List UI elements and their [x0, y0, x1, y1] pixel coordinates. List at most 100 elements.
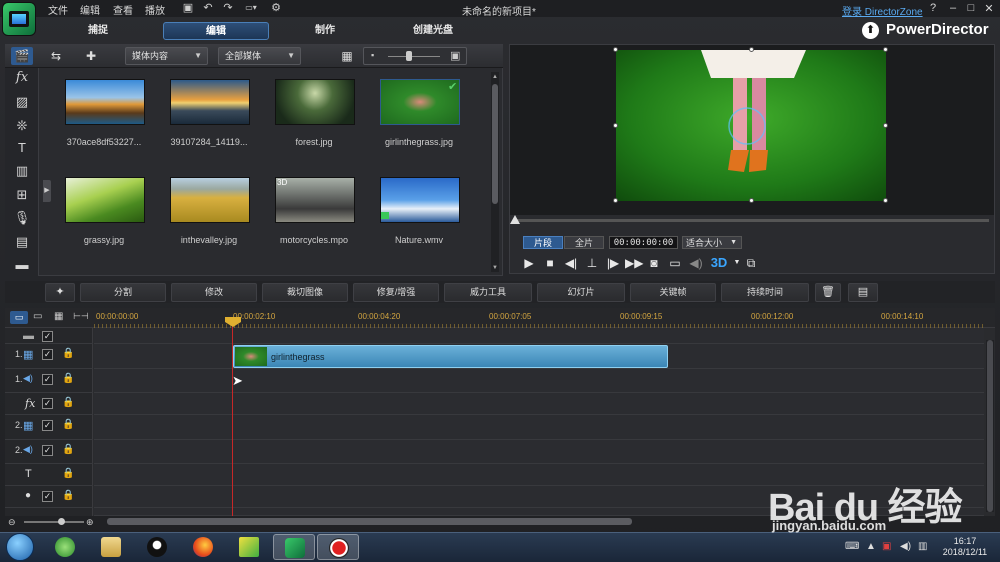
tab-edit[interactable]: 编辑 — [163, 22, 269, 40]
lock-icon[interactable]: 🔒 — [62, 397, 74, 408]
minimize-button[interactable]: – — [946, 2, 960, 14]
voice-over-room-icon[interactable]: 🎙 — [13, 210, 31, 226]
chapter-room-icon[interactable]: ▤ — [13, 234, 31, 250]
keyframe-button[interactable]: 关键帧 — [630, 283, 716, 302]
lock-icon[interactable]: 🔒 — [62, 490, 74, 501]
modify-button[interactable]: 修改 — [171, 283, 257, 302]
track-enable-checkbox[interactable]: ✓ — [42, 445, 53, 456]
media-thumb-5[interactable] — [65, 177, 145, 223]
import-media-icon[interactable]: ⇆ — [45, 47, 67, 65]
timeline-view-icon[interactable]: ▭ — [10, 311, 28, 324]
slideshow-button[interactable]: 幻灯片 — [537, 283, 625, 302]
fix-enhance-button[interactable]: 修复/增强 — [353, 283, 439, 302]
collapse-sidebar-icon[interactable]: ▶ — [43, 180, 51, 202]
menu-view[interactable]: 查看 — [113, 2, 133, 17]
scroll-down-icon[interactable]: ▼ — [492, 265, 498, 271]
thumbnail-size-slider[interactable]: ▪ ▣ — [363, 47, 467, 65]
storyboard-view-icon[interactable]: ▭ — [33, 311, 42, 322]
duration-button[interactable]: 持续时间 — [721, 283, 809, 302]
keyboard-icon[interactable]: ⌨ — [845, 541, 859, 552]
track-enable-checkbox[interactable]: ✓ — [42, 349, 53, 360]
preview-image[interactable] — [616, 50, 886, 201]
track-enable-checkbox[interactable]: ✓ — [42, 491, 53, 502]
resolution-icon[interactable]: ▭▾ — [240, 2, 262, 14]
lock-icon[interactable]: 🔒 — [62, 419, 74, 430]
split-icon[interactable]: ⊥ — [584, 255, 600, 271]
help-button[interactable]: ? — [926, 2, 940, 14]
3d-mode-icon[interactable]: 3D — [709, 255, 729, 271]
resize-handle-l[interactable] — [613, 123, 618, 128]
media-type-dropdown[interactable]: 全部媒体 ▼ — [218, 47, 301, 65]
taskbar-app-powerdirector[interactable] — [273, 534, 315, 560]
settings-icon[interactable]: ⚙ — [270, 2, 282, 14]
media-thumb-1[interactable] — [65, 79, 145, 125]
preview-quality-icon[interactable]: ▭ — [667, 255, 683, 271]
media-thumb-3[interactable] — [275, 79, 355, 125]
taskbar-app-browser360[interactable] — [44, 534, 86, 560]
taskbar-app-firefox[interactable] — [182, 534, 224, 560]
menu-file[interactable]: 文件 — [48, 2, 68, 17]
preview-scrub-bar[interactable] — [517, 219, 989, 222]
pip-room-icon[interactable]: ▨ — [13, 94, 31, 110]
audio-mix-room-icon[interactable]: ⊞ — [13, 187, 31, 203]
track-enable-checkbox[interactable]: ✓ — [42, 398, 53, 409]
timecode-display[interactable]: 00:00:00:00 — [609, 236, 678, 249]
scroll-up-icon[interactable]: ▲ — [492, 74, 498, 80]
slider-knob[interactable] — [406, 51, 412, 61]
mix-tracks-icon[interactable]: ▤ — [848, 283, 878, 302]
maximize-button[interactable]: □ — [964, 2, 978, 14]
resize-handle-b[interactable] — [749, 198, 754, 203]
resize-handle-t[interactable] — [749, 47, 754, 52]
lock-icon[interactable]: 🔒 — [62, 373, 74, 384]
close-button[interactable]: ✕ — [982, 2, 996, 15]
tab-produce[interactable]: 制作 — [295, 22, 355, 40]
previous-frame-icon[interactable]: ◀| — [563, 255, 579, 271]
taskbar-app-recorder[interactable] — [317, 534, 359, 560]
media-thumb-8[interactable] — [380, 177, 460, 223]
media-thumb-2[interactable] — [170, 79, 250, 125]
timeline-vertical-scroll-thumb[interactable] — [987, 340, 993, 512]
fx-room-icon[interactable]: fx — [13, 70, 31, 86]
menu-play[interactable]: 播放 — [145, 2, 165, 17]
resize-handle-r[interactable] — [883, 123, 888, 128]
clip-mode-toggle[interactable]: 片段 — [523, 236, 563, 249]
media-thumb-6[interactable] — [170, 177, 250, 223]
volume-tray-icon[interactable]: ◀) — [900, 541, 911, 552]
undock-icon[interactable]: ⧉ — [743, 255, 759, 271]
transition-room-icon[interactable]: ▥ — [13, 163, 31, 179]
track-manager-icon[interactable]: ▦ — [54, 311, 63, 322]
tray-expand-icon[interactable]: ▲ — [866, 541, 876, 552]
media-content-dropdown[interactable]: 媒体内容 ▼ — [125, 47, 208, 65]
save-icon[interactable]: ▣ — [182, 2, 194, 14]
plugins-icon[interactable]: ✚ — [80, 47, 102, 65]
crop-button[interactable]: 裁切图像 — [262, 283, 348, 302]
fast-forward-icon[interactable]: ▶▶ — [625, 255, 643, 271]
zoom-fit-dropdown[interactable]: 适合大小 ▼ — [682, 236, 742, 249]
zoom-in-icon[interactable]: ⊕ — [86, 517, 94, 528]
upload-icon[interactable]: ⬆ — [862, 22, 879, 39]
next-frame-icon[interactable]: |▶ — [605, 255, 621, 271]
tab-capture[interactable]: 捕捉 — [68, 22, 128, 40]
track-enable-checkbox[interactable]: ✓ — [42, 331, 53, 342]
track-row-effect[interactable] — [94, 393, 984, 415]
play-icon[interactable]: ▶ — [521, 255, 537, 271]
security-icon[interactable]: ▣ — [882, 541, 891, 552]
fit-timeline-icon[interactable]: ⊢⊣ — [73, 311, 89, 322]
subtitle-room-icon[interactable]: ▬ — [13, 257, 31, 273]
library-scroll-thumb[interactable] — [492, 84, 498, 204]
login-directorzone-link[interactable]: 登录 DirectorZone — [842, 3, 923, 18]
resize-handle-bl[interactable] — [613, 198, 618, 203]
zoom-slider-knob[interactable] — [58, 518, 65, 525]
track-row-audio-1[interactable] — [94, 369, 984, 393]
movie-mode-toggle[interactable]: 全片 — [564, 236, 604, 249]
media-room-icon[interactable]: 🎬 — [11, 47, 33, 65]
menu-edit[interactable]: 编辑 — [80, 2, 100, 17]
start-button[interactable] — [6, 533, 34, 561]
taskbar-app-qq[interactable] — [136, 534, 178, 560]
split-button[interactable]: 分割 — [80, 283, 166, 302]
scrub-head[interactable] — [510, 215, 520, 224]
snapshot-icon[interactable]: ◙ — [646, 255, 662, 271]
track-row-video-2[interactable] — [94, 415, 984, 440]
track-row-master[interactable] — [94, 328, 984, 344]
lock-icon[interactable]: 🔒 — [62, 468, 74, 479]
